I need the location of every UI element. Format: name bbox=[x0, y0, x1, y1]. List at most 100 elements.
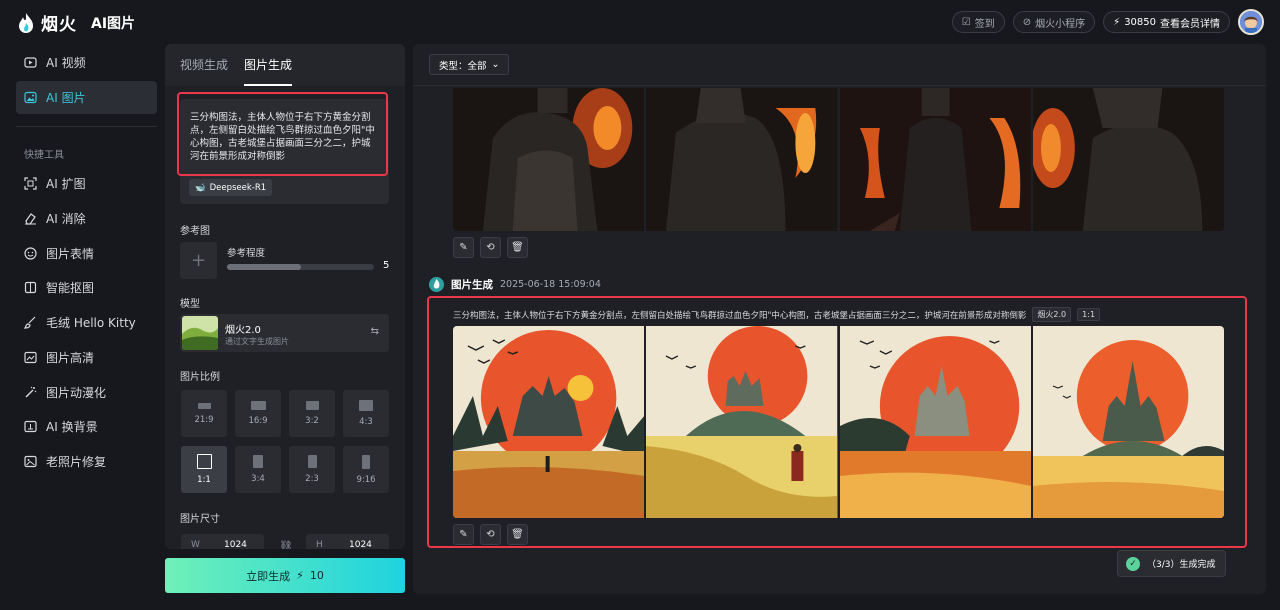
expand-icon bbox=[24, 177, 37, 190]
flame-logo-icon bbox=[429, 277, 444, 292]
sidebar-item-label: 图片动漫化 bbox=[46, 386, 107, 400]
results-divider bbox=[413, 85, 1266, 86]
model-tag: 烟火2.0 bbox=[1032, 307, 1072, 322]
logo[interactable]: 烟火 AI图片 bbox=[16, 10, 135, 35]
result-image[interactable] bbox=[1032, 88, 1224, 231]
result-image[interactable] bbox=[839, 88, 1031, 231]
previous-result-actions: ✎ ⟲ 🗑 bbox=[453, 237, 528, 258]
width-prefix: W bbox=[191, 540, 200, 549]
repeat-icon: ⟲ bbox=[486, 242, 495, 253]
tools-heading: 快捷工具 bbox=[24, 150, 64, 161]
result-image[interactable] bbox=[839, 326, 1031, 518]
user-avatar[interactable] bbox=[1238, 9, 1264, 35]
tab-video-generation[interactable]: 视频生成 bbox=[180, 44, 228, 86]
ratio-label: 图片比例 bbox=[180, 372, 220, 383]
height-input[interactable]: H 1024 bbox=[306, 534, 389, 549]
sidebar-item-ai-image[interactable]: AI 图片 bbox=[16, 81, 157, 114]
deepseek-toggle[interactable]: 🐋 Deepseek-R1 bbox=[189, 179, 273, 196]
plus-icon: + bbox=[190, 250, 207, 271]
generation-prompt: 三分构图法，主体人物位于右下方黄金分割点，左侧留白处描绘飞鸟群掠过血色夕阳"中心… bbox=[453, 307, 1101, 322]
sidebar-item-label: AI 视频 bbox=[46, 56, 86, 70]
top-right-actions: ☑ 签到 ⊘ 烟火小程序 ⚡ 30850 查看会员详情 bbox=[951, 9, 1264, 35]
ratio-tag: 1:1 bbox=[1077, 308, 1101, 321]
ratio-16-9[interactable]: 16:9 bbox=[235, 390, 281, 437]
sidebar-item-ai-erase[interactable]: AI 消除 bbox=[24, 210, 86, 227]
ratio-4-3[interactable]: 4:3 bbox=[343, 390, 389, 437]
photo-icon bbox=[24, 455, 37, 468]
ratio-9-16[interactable]: 9:16 bbox=[343, 446, 389, 493]
sidebar-item-label: 老照片修复 bbox=[46, 455, 107, 469]
trash-icon: 🗑 bbox=[511, 242, 524, 253]
height-prefix: H bbox=[316, 540, 323, 549]
size-label: 图片尺寸 bbox=[180, 514, 220, 525]
ratio-label-text: 9:16 bbox=[356, 474, 376, 485]
membership-button[interactable]: ⚡ 30850 查看会员详情 bbox=[1103, 11, 1230, 33]
type-filter-label: 类型：全部 bbox=[439, 60, 487, 72]
generation-panel: 视频生成 图片生成 三分构图法，主体人物位于右下方黄金分割点，左侧留白处描绘飞鸟… bbox=[165, 44, 405, 549]
ratio-1-1[interactable]: 1:1 bbox=[181, 446, 227, 493]
image-icon bbox=[24, 91, 37, 104]
sidebar: AI 视频 AI 图片 快捷工具 AI 扩图 AI 消除 图片表情 智能抠图 毛… bbox=[0, 44, 165, 610]
result-image[interactable] bbox=[646, 88, 838, 231]
width-value: 1024 bbox=[224, 540, 247, 549]
ratio-label-text: 21:9 bbox=[194, 414, 214, 425]
whale-icon: 🐋 bbox=[195, 182, 206, 193]
result-image[interactable] bbox=[453, 88, 645, 231]
link-icon[interactable]: ⛓ bbox=[279, 540, 293, 549]
prompt-input[interactable]: 三分构图法，主体人物位于右下方黄金分割点，左侧留白处描绘飞鸟群掠过血色夕阳"中心… bbox=[180, 99, 389, 204]
slider-fill bbox=[227, 264, 301, 270]
ratio-3-4[interactable]: 3:4 bbox=[235, 446, 281, 493]
generation-header: 图片生成 2025-06-18 15:09:04 bbox=[429, 277, 601, 292]
lightning-icon: ⚡ bbox=[296, 569, 304, 582]
sidebar-item-label: AI 换背景 bbox=[46, 420, 98, 434]
app-title: AI图片 bbox=[91, 15, 136, 32]
sidebar-item-smart-cutout[interactable]: 智能抠图 bbox=[24, 279, 94, 296]
deepseek-label: Deepseek-R1 bbox=[209, 182, 267, 193]
sidebar-item-label: 图片表情 bbox=[46, 247, 95, 261]
ratio-2-3[interactable]: 2:3 bbox=[289, 446, 335, 493]
flame-logo-icon bbox=[19, 12, 33, 33]
model-thumbnail bbox=[182, 316, 218, 350]
credits-count: 30850 bbox=[1124, 16, 1156, 28]
generate-button[interactable]: 立即生成 ⚡ 10 bbox=[165, 558, 405, 593]
model-name: 烟火2.0 bbox=[225, 325, 261, 336]
add-reference-button[interactable]: + bbox=[180, 242, 217, 279]
type-filter-dropdown[interactable]: 类型：全部 ⌄ bbox=[429, 54, 510, 75]
regenerate-button[interactable]: ⟲ bbox=[480, 237, 501, 258]
model-selector[interactable]: 烟火2.0 通过文字生成图片 ⇆ bbox=[180, 314, 389, 352]
sidebar-item-ai-expand[interactable]: AI 扩图 bbox=[24, 175, 86, 192]
sidebar-item-label: AI 图片 bbox=[46, 91, 86, 105]
sidebar-item-image-hd[interactable]: 图片高清 bbox=[24, 349, 94, 366]
model-label: 模型 bbox=[180, 299, 200, 310]
ratio-3-2[interactable]: 3:2 bbox=[289, 390, 335, 437]
miniapp-button[interactable]: ⊘ 烟火小程序 bbox=[1012, 11, 1096, 33]
tab-image-generation[interactable]: 图片生成 bbox=[244, 52, 293, 86]
ratio-21-9[interactable]: 21:9 bbox=[181, 390, 227, 437]
trash-icon: 🗑 bbox=[511, 529, 524, 540]
sidebar-item-change-background[interactable]: AI 换背景 bbox=[24, 418, 98, 435]
result-image[interactable] bbox=[453, 326, 645, 518]
delete-button[interactable]: 🗑 bbox=[507, 237, 528, 258]
toast-text: （3/3）生成完成 bbox=[1147, 560, 1216, 570]
chevron-down-icon: ⌄ bbox=[491, 59, 500, 70]
width-input[interactable]: W 1024 bbox=[181, 534, 264, 549]
reference-strength-label: 参考程度 bbox=[227, 248, 266, 259]
sidebar-item-image-anime[interactable]: 图片动漫化 bbox=[24, 384, 106, 401]
edit-button[interactable]: ✎ bbox=[453, 524, 474, 545]
sidebar-item-photo-restore[interactable]: 老照片修复 bbox=[24, 453, 106, 470]
sidebar-item-ai-video[interactable]: AI 视频 bbox=[16, 46, 157, 79]
result-image[interactable] bbox=[646, 326, 838, 518]
edit-button[interactable]: ✎ bbox=[453, 237, 474, 258]
sidebar-item-image-emoji[interactable]: 图片表情 bbox=[24, 245, 94, 262]
result-image[interactable] bbox=[1032, 326, 1224, 518]
sidebar-item-hello-kitty[interactable]: 毛绒 Hello Kitty bbox=[24, 314, 136, 331]
regenerate-button[interactable]: ⟲ bbox=[480, 524, 501, 545]
previous-result-images bbox=[453, 88, 1224, 231]
sidebar-item-label: 图片高清 bbox=[46, 351, 95, 365]
panel-tabs: 视频生成 图片生成 bbox=[165, 44, 405, 86]
prompt-text[interactable]: 三分构图法，主体人物位于右下方黄金分割点，左侧留白处描绘飞鸟群掠过血色夕阳"中心… bbox=[190, 111, 378, 163]
brush-icon bbox=[24, 316, 36, 329]
delete-button[interactable]: 🗑 bbox=[507, 524, 528, 545]
reference-strength-slider[interactable] bbox=[227, 264, 374, 270]
checkin-button[interactable]: ☑ 签到 bbox=[951, 11, 1005, 33]
